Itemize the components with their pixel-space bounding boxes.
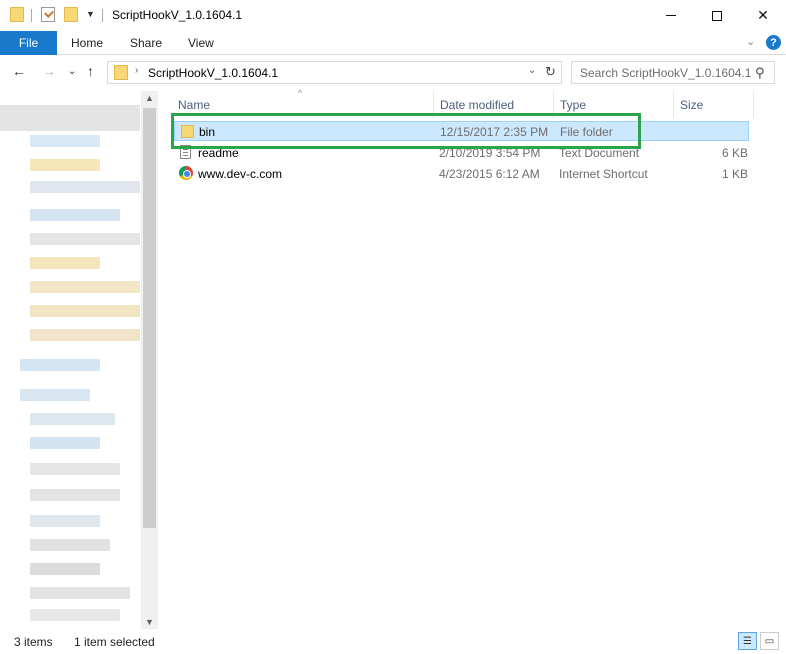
nav-item-blurred[interactable] [30, 305, 140, 317]
back-arrow-icon[interactable]: ← [12, 63, 26, 79]
address-dropdown-icon[interactable]: ⌄ [528, 65, 536, 76]
column-header-size[interactable]: Size [674, 91, 754, 118]
selection-count: 1 item selected [74, 635, 155, 649]
internet-shortcut-icon [179, 166, 193, 180]
file-size: 6 KB [722, 146, 749, 160]
nav-item-blurred[interactable] [30, 609, 120, 621]
column-header-type[interactable]: Type [554, 91, 674, 118]
text-document-icon [180, 145, 191, 159]
search-placeholder: Search ScriptHookV_1.0.1604.1 [580, 66, 752, 80]
minimize-icon [666, 15, 676, 16]
tab-home[interactable]: Home [71, 36, 103, 50]
ribbon-tabs: File Home Share View ⌄ ? [0, 31, 786, 55]
tab-file[interactable]: File [0, 31, 57, 55]
nav-item-blurred[interactable] [30, 463, 120, 475]
breadcrumb-chevron-icon[interactable]: › [135, 65, 138, 76]
tab-view[interactable]: View [188, 36, 214, 50]
file-row-dev-c[interactable]: www.dev-c.com 4/23/2015 6:12 AM Internet… [174, 164, 749, 184]
scroll-thumb[interactable] [143, 108, 156, 528]
forward-arrow-icon[interactable]: → [42, 63, 56, 79]
nav-item-blurred[interactable] [30, 329, 140, 341]
scroll-up-icon[interactable]: ▲ [145, 93, 154, 103]
nav-item-blurred[interactable] [30, 209, 120, 221]
file-type: Internet Shortcut [559, 167, 648, 181]
up-arrow-icon[interactable]: ↑ [87, 63, 94, 79]
file-type: File folder [560, 125, 613, 139]
column-header-date-modified[interactable]: Date modified [434, 91, 554, 118]
title-bar: ▼ ScriptHookV_1.0.1604.1 ✕ [0, 0, 786, 31]
scroll-down-icon[interactable]: ▼ [145, 617, 154, 627]
help-icon[interactable]: ? [766, 35, 781, 50]
search-icon[interactable]: ⚲ [755, 65, 765, 81]
nav-item-blurred[interactable] [0, 105, 140, 131]
window-title: ScriptHookV_1.0.1604.1 [112, 8, 243, 22]
close-button[interactable]: ✕ [740, 0, 786, 31]
address-path[interactable]: ScriptHookV_1.0.1604.1 [148, 66, 278, 80]
file-date: 2/10/2019 3:54 PM [439, 146, 541, 160]
new-folder-icon[interactable] [64, 7, 78, 22]
column-header-name[interactable]: Name [172, 91, 434, 118]
nav-item-blurred[interactable] [30, 233, 140, 245]
status-bar: 3 items 1 item selected ☰ ▭ [0, 629, 786, 654]
file-name[interactable]: www.dev-c.com [198, 167, 282, 181]
nav-item-blurred[interactable] [30, 437, 100, 449]
file-list: ^ Name Date modified Type Size bin 12/15… [158, 88, 786, 629]
file-name[interactable]: readme [198, 146, 239, 160]
nav-item-blurred[interactable] [30, 563, 100, 575]
search-input[interactable]: Search ScriptHookV_1.0.1604.1 ⚲ [571, 61, 775, 84]
file-type: Text Document [559, 146, 640, 160]
nav-item-blurred[interactable] [30, 539, 110, 551]
separator [31, 9, 32, 22]
nav-item-blurred[interactable] [20, 389, 90, 401]
nav-item-blurred[interactable] [30, 135, 100, 147]
nav-item-blurred[interactable] [30, 181, 140, 193]
recent-locations-chevron-icon[interactable]: ⌄ [68, 66, 76, 77]
nav-item-blurred[interactable] [30, 515, 100, 527]
maximize-button[interactable] [694, 0, 740, 31]
customize-toolbar-dropdown-icon[interactable]: ▼ [86, 9, 95, 19]
separator [102, 9, 103, 22]
file-row-readme[interactable]: readme 2/10/2019 3:54 PM Text Document 6… [174, 143, 749, 163]
nav-item-blurred[interactable] [30, 159, 100, 171]
nav-item-blurred[interactable] [20, 359, 100, 371]
maximize-icon [712, 10, 722, 21]
details-view-icon[interactable]: ☰ [738, 632, 757, 650]
refresh-icon[interactable]: ↻ [545, 64, 556, 80]
navigation-pane[interactable]: ▲ ▼ [0, 91, 158, 629]
file-row-bin[interactable]: bin 12/15/2017 2:35 PM File folder [174, 121, 749, 141]
tab-share[interactable]: Share [130, 36, 162, 50]
nav-item-blurred[interactable] [30, 281, 140, 293]
file-date: 12/15/2017 2:35 PM [440, 125, 549, 139]
expand-ribbon-chevron-icon[interactable]: ⌄ [746, 35, 755, 48]
nav-item-blurred[interactable] [30, 257, 100, 269]
folder-icon [10, 7, 24, 22]
address-row: ← → ⌄ ↑ › ScriptHookV_1.0.1604.1 ⌄ ↻ Sea… [0, 55, 786, 91]
file-date: 4/23/2015 6:12 AM [439, 167, 540, 181]
nav-item-blurred[interactable] [30, 413, 115, 425]
close-icon: ✕ [757, 7, 769, 23]
file-name[interactable]: bin [199, 125, 215, 139]
item-count: 3 items [14, 635, 53, 649]
large-icons-view-icon[interactable]: ▭ [760, 632, 779, 650]
nav-item-blurred[interactable] [30, 587, 130, 599]
folder-icon [181, 125, 194, 138]
navigation-scrollbar[interactable]: ▲ ▼ [141, 91, 158, 629]
folder-icon [114, 65, 128, 80]
file-size: 1 KB [722, 167, 749, 181]
minimize-button[interactable] [648, 0, 694, 31]
nav-item-blurred[interactable] [30, 489, 120, 501]
address-bar[interactable]: › ScriptHookV_1.0.1604.1 ⌄ ↻ [107, 61, 562, 84]
properties-icon[interactable] [41, 7, 55, 22]
